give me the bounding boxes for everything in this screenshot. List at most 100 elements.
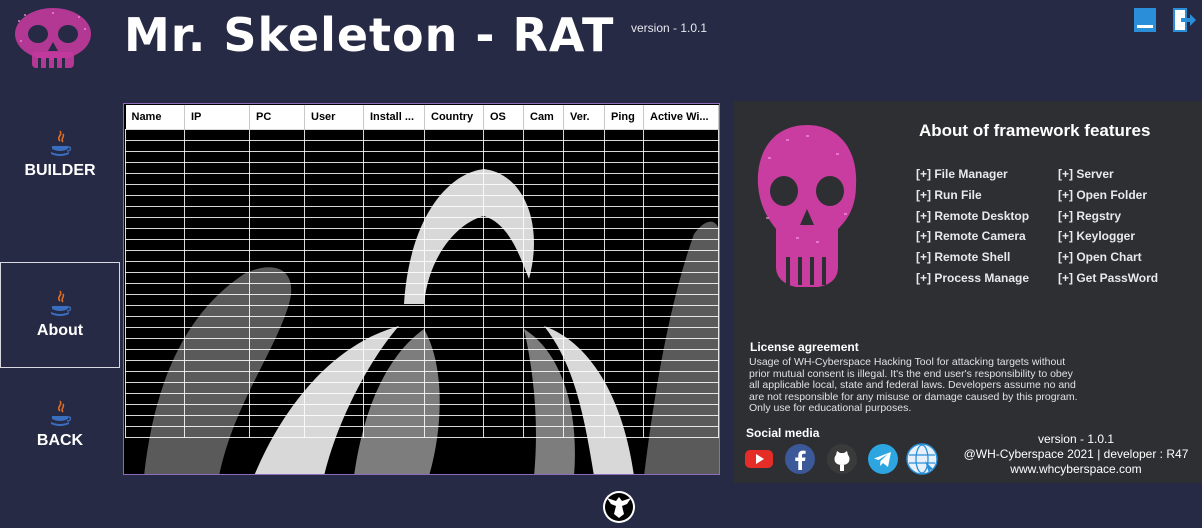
table-cell xyxy=(184,183,250,196)
table-cell xyxy=(604,392,644,405)
table-row[interactable] xyxy=(125,205,719,218)
table-cell xyxy=(563,271,605,284)
table-cell xyxy=(643,392,719,405)
telegram-icon[interactable] xyxy=(867,443,899,475)
table-cell xyxy=(249,227,305,240)
column-header-pc[interactable]: PC xyxy=(249,105,305,129)
table-cell xyxy=(643,425,719,438)
table-row[interactable] xyxy=(125,359,719,372)
column-header-cam[interactable]: Cam xyxy=(523,105,564,129)
back-button[interactable]: BACK xyxy=(0,372,120,478)
table-cell xyxy=(523,381,564,394)
table-row[interactable] xyxy=(125,216,719,229)
table-cell xyxy=(249,315,305,328)
table-row[interactable] xyxy=(125,150,719,163)
table-cell xyxy=(563,293,605,306)
table-cell xyxy=(643,370,719,383)
table-row[interactable] xyxy=(125,425,719,438)
table-row[interactable] xyxy=(125,227,719,240)
minimize-icon[interactable] xyxy=(1133,7,1157,33)
table-cell xyxy=(523,337,564,350)
table-cell xyxy=(483,260,524,273)
table-cell xyxy=(249,183,305,196)
youtube-icon[interactable] xyxy=(743,443,775,475)
exit-icon[interactable] xyxy=(1172,7,1196,33)
feature-registry: [+] Regstry xyxy=(1058,208,1122,223)
column-header-user[interactable]: User xyxy=(304,105,364,129)
table-cell xyxy=(523,425,564,438)
table-cell xyxy=(125,381,185,394)
table-cell xyxy=(483,315,524,328)
table-cell xyxy=(563,172,605,185)
column-header-install[interactable]: Install ... xyxy=(363,105,425,129)
table-row[interactable] xyxy=(125,183,719,196)
table-row[interactable] xyxy=(125,337,719,350)
table-cell xyxy=(125,315,185,328)
table-cell xyxy=(249,414,305,427)
website-icon[interactable] xyxy=(906,443,938,475)
table-cell xyxy=(604,183,644,196)
table-cell xyxy=(563,161,605,174)
table-cell xyxy=(483,172,524,185)
table-row[interactable] xyxy=(125,326,719,339)
table-cell xyxy=(643,161,719,174)
table-row[interactable] xyxy=(125,304,719,317)
website-link[interactable]: www.whcyberspace.com xyxy=(956,462,1196,477)
table-row[interactable] xyxy=(125,370,719,383)
table-row[interactable] xyxy=(125,139,719,152)
table-cell xyxy=(304,414,364,427)
github-icon[interactable] xyxy=(826,443,858,475)
table-cell xyxy=(523,227,564,240)
table-row[interactable] xyxy=(125,293,719,306)
table-cell xyxy=(184,260,250,273)
table-cell xyxy=(184,359,250,372)
table-row[interactable] xyxy=(125,271,719,284)
table-row[interactable] xyxy=(125,194,719,207)
table-cell xyxy=(424,414,484,427)
table-row[interactable] xyxy=(125,249,719,262)
table-row[interactable] xyxy=(125,403,719,416)
column-header-name[interactable]: Name xyxy=(125,105,185,129)
table-cell xyxy=(184,282,250,295)
builder-button[interactable]: BUILDER xyxy=(0,102,120,208)
app-version: version - 1.0.1 xyxy=(631,21,708,35)
table-cell xyxy=(249,304,305,317)
table-row[interactable] xyxy=(125,172,719,185)
table-cell xyxy=(523,260,564,273)
table-cell xyxy=(424,249,484,262)
table-cell xyxy=(604,326,644,339)
table-cell xyxy=(483,205,524,218)
table-row[interactable] xyxy=(125,238,719,251)
table-cell xyxy=(643,271,719,284)
table-row[interactable] xyxy=(125,381,719,394)
clients-table[interactable]: Name IP PC User Install ... Country OS C… xyxy=(123,103,720,475)
column-header-country[interactable]: Country xyxy=(424,105,484,129)
table-row[interactable] xyxy=(125,282,719,295)
table-row[interactable] xyxy=(125,128,719,141)
table-cell xyxy=(249,326,305,339)
table-cell xyxy=(563,425,605,438)
column-header-ip[interactable]: IP xyxy=(184,105,250,129)
about-button[interactable]: About xyxy=(0,262,120,368)
table-cell xyxy=(563,414,605,427)
license-title: License agreement xyxy=(750,340,859,354)
table-cell xyxy=(523,139,564,152)
table-cell xyxy=(249,128,305,141)
builder-label: BUILDER xyxy=(24,162,96,179)
table-cell xyxy=(643,249,719,262)
table-row[interactable] xyxy=(125,161,719,174)
table-cell xyxy=(184,370,250,383)
table-row[interactable] xyxy=(125,348,719,361)
table-row[interactable] xyxy=(125,315,719,328)
facebook-icon[interactable] xyxy=(784,443,816,475)
table-cell xyxy=(604,370,644,383)
table-row[interactable] xyxy=(125,414,719,427)
table-cell xyxy=(304,271,364,284)
column-header-os[interactable]: OS xyxy=(483,105,524,129)
table-row[interactable] xyxy=(125,260,719,273)
column-header-ping[interactable]: Ping xyxy=(604,105,644,129)
table-cell xyxy=(604,172,644,185)
column-header-active-window[interactable]: Active Wi... xyxy=(643,105,719,129)
table-row[interactable] xyxy=(125,392,719,405)
column-header-ver[interactable]: Ver. xyxy=(563,105,605,129)
